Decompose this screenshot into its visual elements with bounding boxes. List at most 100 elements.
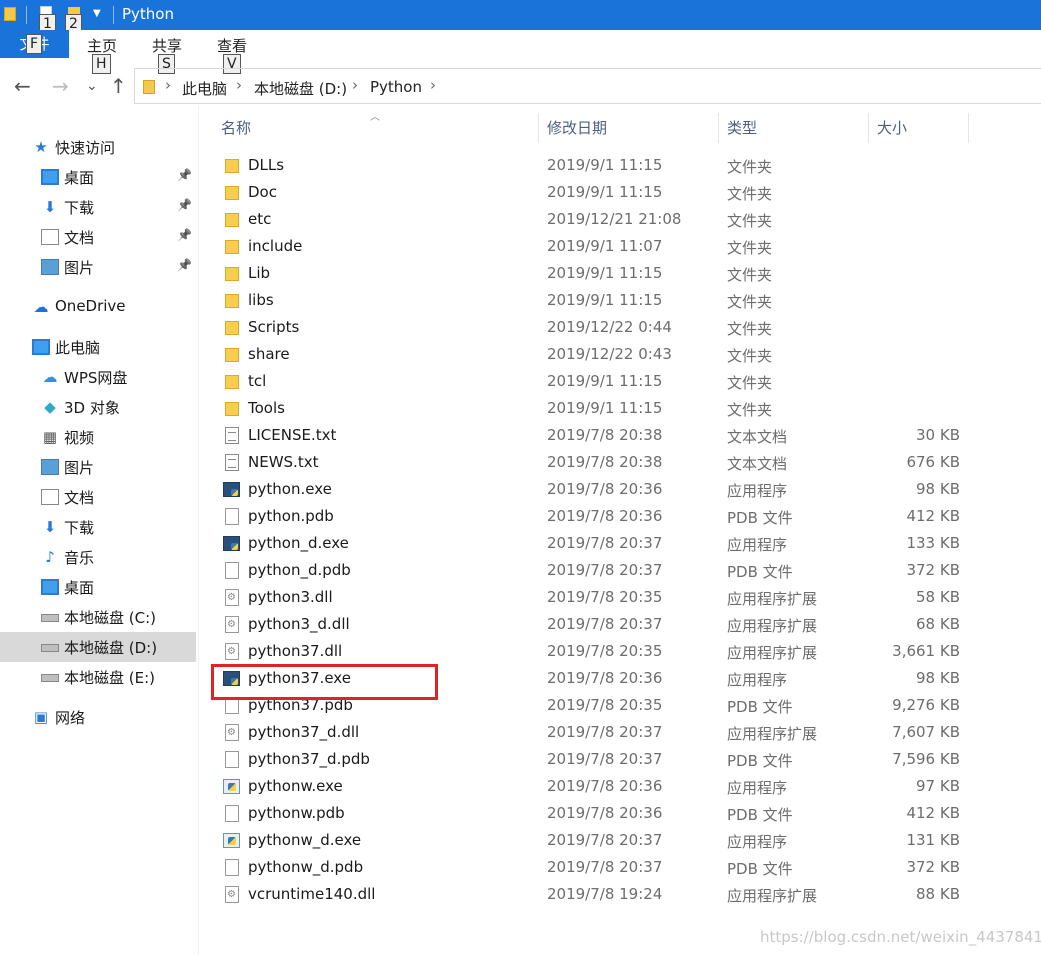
file-row[interactable]: Doc 2019/9/1 11:15 文件夹	[218, 180, 978, 207]
pin-icon[interactable]: 📌	[177, 258, 192, 272]
sidebar-item-label: 图片	[64, 459, 95, 477]
file-row[interactable]: python.pdb 2019/7/8 20:36 PDB 文件 412 KB	[218, 504, 978, 531]
file-date: 2019/9/1 11:15	[547, 156, 663, 174]
address-bar[interactable]: › 此电脑 › 本地磁盘 (D:) › Python ›	[134, 68, 1041, 104]
file-date: 2019/9/1 11:15	[547, 183, 663, 201]
file-row[interactable]: python37_d.pdb 2019/7/8 20:37 PDB 文件 7,596 …	[218, 747, 978, 774]
column-header-size[interactable]: 大小	[877, 113, 907, 145]
sidebar-item-label: 网络	[55, 709, 86, 727]
tab-view[interactable]: 查看	[217, 35, 247, 56]
sidebar-item[interactable]: ▣ 网络	[0, 702, 196, 732]
column-divider[interactable]	[718, 113, 719, 143]
file-size: 412 KB	[906, 507, 960, 525]
sidebar-item[interactable]: 桌面 📌	[0, 162, 196, 192]
file-date: 2019/7/8 20:36	[547, 480, 663, 498]
file-row[interactable]: libs 2019/9/1 11:15 文件夹	[218, 288, 978, 315]
file-row[interactable]: tcl 2019/9/1 11:15 文件夹	[218, 369, 978, 396]
column-header-date[interactable]: 修改日期	[547, 113, 607, 145]
file-row[interactable]: NEWS.txt 2019/7/8 20:38 文本文档 676 KB	[218, 450, 978, 477]
file-row[interactable]: python_d.exe 2019/7/8 20:37 应用程序 133 KB	[218, 531, 978, 558]
column-header-name[interactable]: 名称	[221, 113, 251, 145]
pin-icon[interactable]: 📌	[177, 198, 192, 212]
breadcrumb-python[interactable]: Python	[370, 78, 422, 96]
cloud-outline-icon: ☁	[42, 368, 58, 386]
sidebar-item[interactable]: ☁ WPS网盘	[0, 362, 196, 392]
tab-home[interactable]: 主页	[87, 35, 117, 56]
pin-icon[interactable]: 📌	[177, 228, 192, 242]
file-row[interactable]: etc 2019/12/21 21:08 文件夹	[218, 207, 978, 234]
file-type: 文本文档	[727, 455, 788, 473]
file-name: pythonw.pdb	[248, 804, 345, 822]
sidebar-item[interactable]: 桌面	[0, 572, 196, 602]
file-row[interactable]: python37.dll 2019/7/8 20:35 应用程序扩展 3,661 KB	[218, 639, 978, 666]
back-button[interactable]: ←	[14, 74, 31, 98]
file-row[interactable]: python_d.pdb 2019/7/8 20:37 PDB 文件 372 KB	[218, 558, 978, 585]
folder-icon	[225, 240, 239, 254]
file-name: python3.dll	[248, 588, 333, 606]
sidebar-item[interactable]: 文档 📌	[0, 222, 196, 252]
sidebar-item[interactable]: ♪ 音乐	[0, 542, 196, 572]
forward-button[interactable]: →	[52, 74, 69, 98]
file-row[interactable]: pythonw.exe 2019/7/8 20:36 应用程序 97 KB	[218, 774, 978, 801]
file-date: 2019/7/8 20:37	[547, 534, 663, 552]
sidebar-item[interactable]: 本地磁盘 (D:)	[0, 632, 196, 662]
file-row[interactable]: DLLs 2019/9/1 11:15 文件夹	[218, 153, 978, 180]
file-type: 应用程序扩展	[727, 617, 818, 635]
up-button[interactable]: ↑	[110, 74, 127, 98]
sidebar-item[interactable]: 图片 📌	[0, 252, 196, 282]
sidebar-item-label: 文档	[64, 489, 95, 507]
tab-share[interactable]: 共享	[152, 35, 182, 56]
breadcrumb-this-pc[interactable]: 此电脑	[182, 78, 227, 99]
file-size: 7,596 KB	[892, 750, 960, 768]
column-divider[interactable]	[868, 113, 869, 143]
computer-icon	[32, 339, 50, 355]
file-row[interactable]: Scripts 2019/12/22 0:44 文件夹	[218, 315, 978, 342]
breadcrumb-drive-d[interactable]: 本地磁盘 (D:)	[254, 78, 347, 99]
column-header-type[interactable]: 类型	[727, 113, 757, 145]
file-row[interactable]: share 2019/12/22 0:43 文件夹	[218, 342, 978, 369]
pictures-icon	[41, 459, 59, 475]
column-divider[interactable]	[538, 113, 539, 143]
chevron-right-icon[interactable]: ›	[236, 76, 242, 94]
column-divider[interactable]	[968, 113, 969, 143]
sidebar-item[interactable]: 图片	[0, 452, 196, 482]
file-date: 2019/7/8 20:37	[547, 750, 663, 768]
text-file-icon	[225, 454, 239, 471]
file-row[interactable]: python3_d.dll 2019/7/8 20:37 应用程序扩展 68 KB	[218, 612, 978, 639]
sidebar-item[interactable]: ◆ 3D 对象	[0, 392, 196, 422]
file-date: 2019/9/1 11:15	[547, 399, 663, 417]
sidebar-item[interactable]: ▦ 视频	[0, 422, 196, 452]
pane-splitter[interactable]	[198, 106, 199, 955]
pin-icon[interactable]: 📌	[177, 168, 192, 182]
file-row[interactable]: pythonw_d.exe 2019/7/8 20:37 应用程序 131 KB	[218, 828, 978, 855]
file-date: 2019/12/22 0:44	[547, 318, 672, 336]
file-row[interactable]: python.exe 2019/7/8 20:36 应用程序 98 KB	[218, 477, 978, 504]
file-row[interactable]: Lib 2019/9/1 11:15 文件夹	[218, 261, 978, 288]
sidebar-item[interactable]: ☁ OneDrive	[0, 292, 196, 322]
file-row[interactable]: LICENSE.txt 2019/7/8 20:38 文本文档 30 KB	[218, 423, 978, 450]
sidebar-item[interactable]: 文档	[0, 482, 196, 512]
chevron-right-icon[interactable]: ›	[165, 76, 171, 94]
file-type: 应用程序扩展	[727, 887, 818, 905]
sidebar-item[interactable]: 此电脑	[0, 332, 196, 362]
file-row[interactable]: python37_d.dll 2019/7/8 20:37 应用程序扩展 7,607 …	[218, 720, 978, 747]
file-type: 文件夹	[727, 185, 773, 203]
sidebar-item[interactable]: ★ 快速访问	[0, 132, 196, 162]
sidebar-item-label: 本地磁盘 (C:)	[64, 609, 156, 627]
file-name: python37_d.dll	[248, 723, 360, 741]
file-row[interactable]: vcruntime140.dll 2019/7/8 19:24 应用程序扩展 88 K…	[218, 882, 978, 909]
chevron-right-icon[interactable]: ›	[430, 76, 436, 94]
chevron-down-icon[interactable]: ▼	[93, 8, 101, 19]
recent-locations-button[interactable]: ⌄	[86, 74, 98, 98]
file-row[interactable]: pythonw_d.pdb 2019/7/8 20:37 PDB 文件 372 KB	[218, 855, 978, 882]
file-row[interactable]: include 2019/9/1 11:07 文件夹	[218, 234, 978, 261]
sidebar-item[interactable]: ⬇ 下载 📌	[0, 192, 196, 222]
sidebar-item[interactable]: ⬇ 下载	[0, 512, 196, 542]
chevron-right-icon[interactable]: ›	[352, 76, 358, 94]
file-date: 2019/7/8 20:36	[547, 804, 663, 822]
sidebar-item[interactable]: 本地磁盘 (C:)	[0, 602, 196, 632]
file-row[interactable]: Tools 2019/9/1 11:15 文件夹	[218, 396, 978, 423]
file-row[interactable]: python3.dll 2019/7/8 20:35 应用程序扩展 58 KB	[218, 585, 978, 612]
sidebar-item[interactable]: 本地磁盘 (E:)	[0, 662, 196, 692]
file-row[interactable]: pythonw.pdb 2019/7/8 20:36 PDB 文件 412 KB	[218, 801, 978, 828]
